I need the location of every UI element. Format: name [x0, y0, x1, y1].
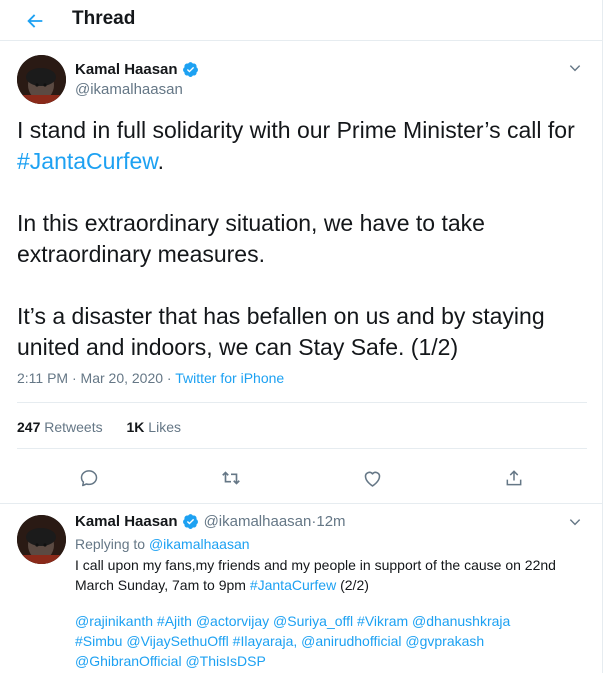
- replying-to-link[interactable]: @ikamalhaasan: [149, 536, 250, 552]
- tweet-stats: 247 Retweets 1K Likes: [17, 419, 181, 435]
- divider: [0, 503, 603, 504]
- likes-stat[interactable]: 1K Likes: [127, 419, 181, 435]
- thread-panel: Thread Kamal Haasan @ikamalhaasan I stan…: [0, 0, 603, 673]
- like-button[interactable]: [358, 464, 386, 492]
- tweet-timestamp[interactable]: 2:11 PM · Mar 20, 2020 ·: [17, 370, 175, 386]
- punctuation: .: [157, 148, 165, 174]
- tweet-text: I stand in full solidarity with our Prim…: [17, 115, 587, 363]
- replying-to: Replying to @ikamalhaasan: [75, 534, 585, 554]
- share-icon: [506, 470, 522, 486]
- share-button[interactable]: [500, 464, 528, 492]
- verified-badge-icon: [182, 514, 198, 529]
- reply-body-suffix: (2/2): [336, 577, 369, 593]
- tweet-menu-button[interactable]: [565, 512, 585, 532]
- likes-label: Likes: [148, 419, 181, 435]
- chevron-down-icon: [569, 519, 581, 526]
- retweets-count: 247: [17, 419, 41, 435]
- like-icon: [364, 471, 380, 487]
- likes-count: 1K: [126, 419, 145, 435]
- tweet-text-line: I stand in full solidarity with our Prim…: [17, 117, 575, 143]
- retweet-icon: [222, 471, 240, 485]
- mentions-line[interactable]: #Simbu @VijaySethuOffl #Ilayaraja, @anir…: [75, 631, 585, 651]
- verified-badge-icon: [182, 62, 198, 77]
- reply-icon: [80, 470, 98, 487]
- tweet-paragraph-3: It’s a disaster that has befallen on us …: [17, 303, 545, 360]
- author-handle[interactable]: @ikamalhaasan: [75, 81, 183, 98]
- hashtag-link[interactable]: #JantaCurfew: [250, 577, 336, 593]
- tweet-meta: 2:11 PM · Mar 20, 2020 · Twitter for iPh…: [17, 370, 284, 386]
- hashtag-link[interactable]: #JantaCurfew: [17, 148, 158, 174]
- author-handle[interactable]: @ikamalhaasan: [204, 513, 312, 530]
- tweet-timestamp[interactable]: 12m: [316, 513, 345, 530]
- tweet-paragraph-2: In this extraordinary situation, we have…: [17, 210, 485, 267]
- divider: [17, 448, 587, 449]
- chevron-down-icon: [569, 65, 581, 72]
- retweet-button[interactable]: [217, 464, 245, 492]
- avatar[interactable]: [17, 515, 66, 564]
- replying-label: Replying to: [75, 536, 149, 552]
- avatar-image: [17, 55, 66, 104]
- tweet-menu-button[interactable]: [565, 58, 585, 78]
- author-name[interactable]: Kamal Haasan: [75, 513, 178, 530]
- retweets-label: Retweets: [44, 419, 103, 435]
- mentions-line[interactable]: @GhibranOfficial @ThisIsDSP: [75, 651, 585, 671]
- reply-tweet-text: I call upon my fans,my friends and my pe…: [75, 555, 585, 595]
- tweet-source-link[interactable]: Twitter for iPhone: [175, 370, 284, 386]
- avatar[interactable]: [17, 55, 66, 104]
- mentions-line[interactable]: @rajinikanth #Ajith @actorvijay @Suriya_…: [75, 611, 585, 631]
- tweet-paragraph-1: I stand in full solidarity with our Prim…: [17, 115, 587, 177]
- page-title: Thread: [72, 8, 136, 29]
- reply-author-row: Kamal Haasan @ikamalhaasan · 12m: [75, 513, 346, 530]
- back-button[interactable]: [20, 6, 50, 36]
- divider: [17, 402, 587, 403]
- back-arrow-icon: [27, 14, 43, 28]
- author-name-row: Kamal Haasan: [75, 61, 199, 78]
- retweets-stat[interactable]: 247 Retweets: [17, 419, 103, 435]
- handle-row: @ikamalhaasan: [75, 81, 183, 98]
- thread-header: Thread: [0, 0, 603, 41]
- reply-button[interactable]: [75, 464, 103, 492]
- author-name[interactable]: Kamal Haasan: [75, 61, 178, 78]
- avatar-image: [17, 515, 66, 564]
